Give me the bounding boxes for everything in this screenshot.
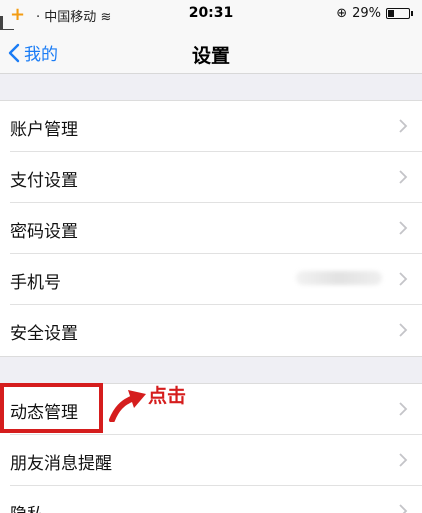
annotation-label: 点击: [148, 385, 187, 407]
settings-row-phone[interactable]: 手机号: [10, 254, 422, 305]
page-title: 设置: [191, 45, 230, 67]
chevron-right-icon: [399, 221, 408, 235]
settings-row-security[interactable]: 安全设置: [10, 305, 422, 356]
row-label: 账户管理: [10, 120, 78, 140]
row-label: 隐私: [10, 500, 44, 513]
battery-icon: [386, 8, 413, 19]
chevron-right-icon: [399, 402, 408, 416]
chevron-right-icon: [399, 272, 408, 286]
annotation-arrow-icon: [109, 390, 146, 422]
highlight-box: [0, 383, 103, 433]
chevron-right-icon: [399, 170, 408, 184]
settings-group-account: 账户管理 支付设置 密码设置 手机号 安全设置: [0, 100, 422, 357]
phone-number-blurred: [296, 271, 382, 285]
chevron-right-icon: [399, 323, 408, 337]
settings-row-account-management[interactable]: 账户管理: [10, 101, 422, 152]
status-bar: + · 中国移动 ≋ 20:31 ⊕ 29%: [0, 0, 422, 32]
settings-row-friend-notifications[interactable]: 朋友消息提醒: [10, 435, 422, 486]
row-label: 手机号: [10, 273, 61, 293]
chevron-right-icon: [399, 504, 408, 513]
settings-row-password[interactable]: 密码设置: [10, 203, 422, 254]
settings-row-payment[interactable]: 支付设置: [10, 152, 422, 203]
row-label: 支付设置: [10, 171, 78, 191]
row-label: 朋友消息提醒: [10, 454, 112, 474]
navigation-bar: 我的 设置: [0, 30, 422, 74]
row-label: 密码设置: [10, 222, 78, 242]
battery-percent: 29%: [352, 6, 381, 21]
status-right: ⊕ 29%: [336, 6, 413, 21]
settings-row-privacy[interactable]: 隐私: [10, 486, 422, 513]
row-label: 安全设置: [10, 324, 78, 344]
chevron-right-icon: [399, 119, 408, 133]
chevron-right-icon: [399, 453, 408, 467]
lock-rotation-icon: ⊕: [336, 6, 348, 21]
